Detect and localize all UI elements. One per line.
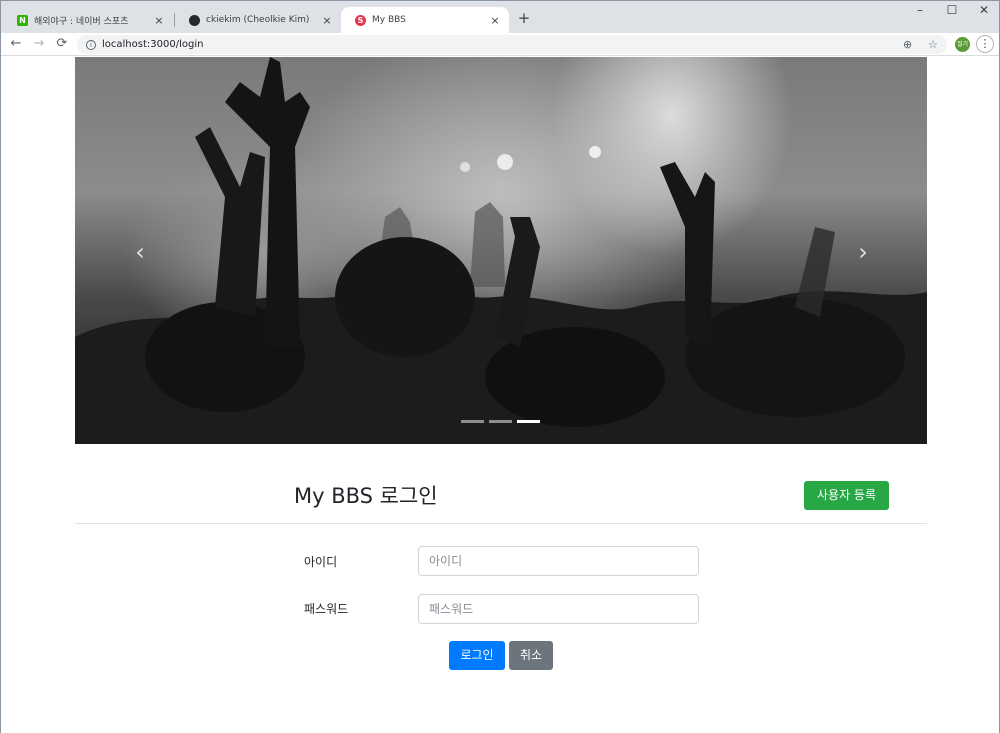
tab-github[interactable]: ckiekim (Cheolkie Kim) × <box>175 7 341 33</box>
close-window-button[interactable]: ✕ <box>967 3 1000 19</box>
login-button[interactable]: 로그인 <box>449 641 505 670</box>
github-icon <box>189 14 200 26</box>
close-tab-icon[interactable]: × <box>151 14 167 27</box>
zoom-icon[interactable]: ⊕ <box>903 35 912 54</box>
signup-button[interactable]: 사용자 등록 <box>804 481 889 510</box>
bookmark-star-icon[interactable]: ☆ <box>928 35 938 54</box>
id-label: 아이디 <box>304 555 338 569</box>
carousel-prev-icon[interactable]: ‹ <box>125 237 155 267</box>
divider <box>75 523 927 524</box>
tab-my-bbs[interactable]: S My BBS × <box>341 7 509 33</box>
password-input[interactable] <box>418 594 699 624</box>
forward-button[interactable]: → <box>30 35 48 53</box>
carousel-indicators <box>461 420 540 423</box>
tab-title: My BBS <box>372 15 406 25</box>
address-bar[interactable]: i localhost:3000/login ⊕ ☆ <box>77 35 947 54</box>
minimize-button[interactable]: – <box>903 3 937 19</box>
profile-avatar[interactable]: 절기 <box>955 37 970 52</box>
tab-strip: N 해외야구 : 네이버 스포츠 × ckiekim (Cheolkie Kim… <box>1 1 999 33</box>
site-info-icon[interactable]: i <box>86 39 96 50</box>
new-tab-button[interactable]: + <box>516 10 532 26</box>
browser-menu-icon[interactable]: ⋮ <box>976 35 994 53</box>
carousel-indicator-2[interactable] <box>489 420 512 423</box>
browser-toolbar: ← → ⟳ i localhost:3000/login ⊕ ☆ 절기 ⋮ <box>1 33 999 56</box>
close-tab-icon[interactable]: × <box>319 14 335 27</box>
bbs-s-icon: S <box>355 14 366 26</box>
password-label: 패스워드 <box>304 602 349 616</box>
carousel-next-icon[interactable]: › <box>848 237 878 267</box>
naver-icon: N <box>17 14 28 26</box>
id-input[interactable] <box>418 546 699 576</box>
back-button[interactable]: ← <box>7 35 25 53</box>
carousel-indicator-1[interactable] <box>461 420 484 423</box>
reload-button[interactable]: ⟳ <box>53 35 71 53</box>
maximize-button[interactable]: ☐ <box>935 3 969 19</box>
carousel-indicator-3[interactable] <box>517 420 540 423</box>
tab-title: ckiekim (Cheolkie Kim) <box>206 15 310 25</box>
image-carousel[interactable]: ‹ › <box>75 57 927 444</box>
tab-title: 해외야구 : 네이버 스포츠 <box>34 16 129 27</box>
url-text: localhost:3000/login <box>102 39 204 50</box>
concert-crowd-image <box>75 57 927 444</box>
close-tab-icon[interactable]: × <box>487 14 503 27</box>
tab-naver-sports[interactable]: N 해외야구 : 네이버 스포츠 × <box>3 7 173 33</box>
page-content: ‹ › My BBS 로그인 사용자 등록 아이디 패스워드 로그인 취소 <box>1 57 999 733</box>
cancel-button[interactable]: 취소 <box>509 641 553 670</box>
browser-window: N 해외야구 : 네이버 스포츠 × ckiekim (Cheolkie Kim… <box>0 0 1000 733</box>
page-title: My BBS 로그인 <box>294 484 438 508</box>
